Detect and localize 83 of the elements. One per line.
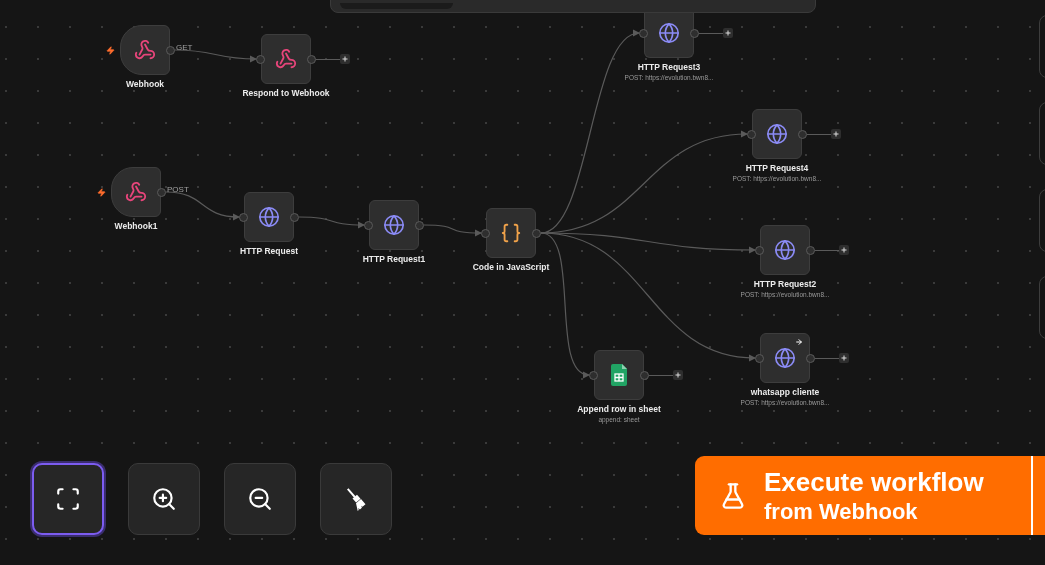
spreadsheet-icon <box>611 364 627 386</box>
add-node-button[interactable] <box>340 54 350 64</box>
output-socket[interactable] <box>640 370 649 380</box>
fit-view-button[interactable] <box>32 463 104 535</box>
connection-line <box>423 224 483 237</box>
globe-icon <box>658 21 680 44</box>
node-title: whatsapp cliente <box>750 387 820 398</box>
tidy-up-button[interactable] <box>320 463 392 535</box>
fit-view-icon <box>55 486 81 512</box>
plus-icon <box>675 372 681 378</box>
workflow-node[interactable] <box>369 200 419 250</box>
node-title: Code in JavaScript <box>472 262 550 273</box>
plus-icon <box>725 30 731 36</box>
output-socket[interactable] <box>806 353 815 363</box>
globe-icon <box>766 123 788 145</box>
input-socket[interactable] <box>481 228 490 238</box>
node-title: Webhook1 <box>114 221 158 232</box>
lightning-icon <box>106 46 115 55</box>
input-socket[interactable] <box>755 245 764 255</box>
input-socket[interactable] <box>589 370 598 380</box>
node-title: Append row in sheet <box>577 404 661 415</box>
braces-icon <box>500 222 522 244</box>
zoom-in-button[interactable] <box>128 463 200 535</box>
broom-icon <box>344 487 368 511</box>
add-node-button[interactable] <box>831 129 841 139</box>
workflow-node[interactable] <box>760 333 810 383</box>
output-socket[interactable] <box>157 187 166 197</box>
node-title: HTTP Request1 <box>362 254 426 265</box>
input-socket[interactable] <box>755 353 764 363</box>
workflow-node[interactable] <box>111 167 161 217</box>
output-socket[interactable] <box>415 220 424 230</box>
output-socket[interactable] <box>690 28 699 38</box>
output-socket[interactable] <box>307 54 316 64</box>
output-socket[interactable] <box>166 45 175 55</box>
webhook-icon <box>125 181 147 203</box>
workflow-node[interactable] <box>760 225 810 275</box>
connection-line <box>298 216 366 229</box>
output-socket[interactable] <box>798 129 807 139</box>
input-socket[interactable] <box>239 212 248 222</box>
output-socket[interactable] <box>290 212 299 222</box>
webhook-icon <box>134 39 156 61</box>
output-label: POST <box>167 186 189 194</box>
input-socket[interactable] <box>256 54 265 64</box>
zoom-in-icon <box>151 486 177 512</box>
node-title: HTTP Request2 <box>753 279 817 290</box>
input-socket[interactable] <box>364 220 373 230</box>
button-subtitle: from Webhook <box>764 497 919 526</box>
lightning-icon <box>97 188 106 197</box>
webhook-icon <box>275 48 297 70</box>
globe-icon <box>258 206 280 228</box>
node-title: HTTP Request <box>240 246 298 257</box>
node-title: HTTP Request4 <box>745 163 809 174</box>
node-title: Respond to Webhook <box>242 88 330 99</box>
globe-icon <box>774 347 796 369</box>
input-socket[interactable] <box>639 28 648 38</box>
add-node-button[interactable] <box>723 28 733 38</box>
zoom-out-button[interactable] <box>224 463 296 535</box>
input-socket[interactable] <box>747 129 756 139</box>
globe-icon <box>383 214 405 236</box>
add-node-button[interactable] <box>839 245 849 255</box>
workflow-node[interactable] <box>644 13 694 58</box>
add-node-button[interactable] <box>673 370 683 380</box>
node-title: Webhook <box>125 79 165 90</box>
add-node-button[interactable] <box>839 353 849 363</box>
output-socket[interactable] <box>532 228 541 238</box>
plus-icon <box>841 355 847 361</box>
arrow-icon <box>795 338 803 346</box>
workflow-node[interactable] <box>244 192 294 242</box>
output-label: GET <box>176 44 193 52</box>
plus-icon <box>342 56 348 62</box>
plus-icon <box>841 247 847 253</box>
globe-icon <box>774 239 796 261</box>
zoom-out-icon <box>247 486 273 512</box>
execute-workflow-button[interactable]: Execute workflow from Webhook <box>695 456 1045 535</box>
node-title: HTTP Request3 <box>637 62 701 73</box>
workflow-node[interactable] <box>752 109 802 159</box>
plus-icon <box>833 131 839 137</box>
workflow-node[interactable] <box>594 350 644 400</box>
workflow-node[interactable] <box>120 25 170 75</box>
workflow-node[interactable] <box>261 34 311 84</box>
button-title: Execute workflow <box>764 465 984 498</box>
output-socket[interactable] <box>806 245 815 255</box>
workflow-node[interactable] <box>486 208 536 258</box>
